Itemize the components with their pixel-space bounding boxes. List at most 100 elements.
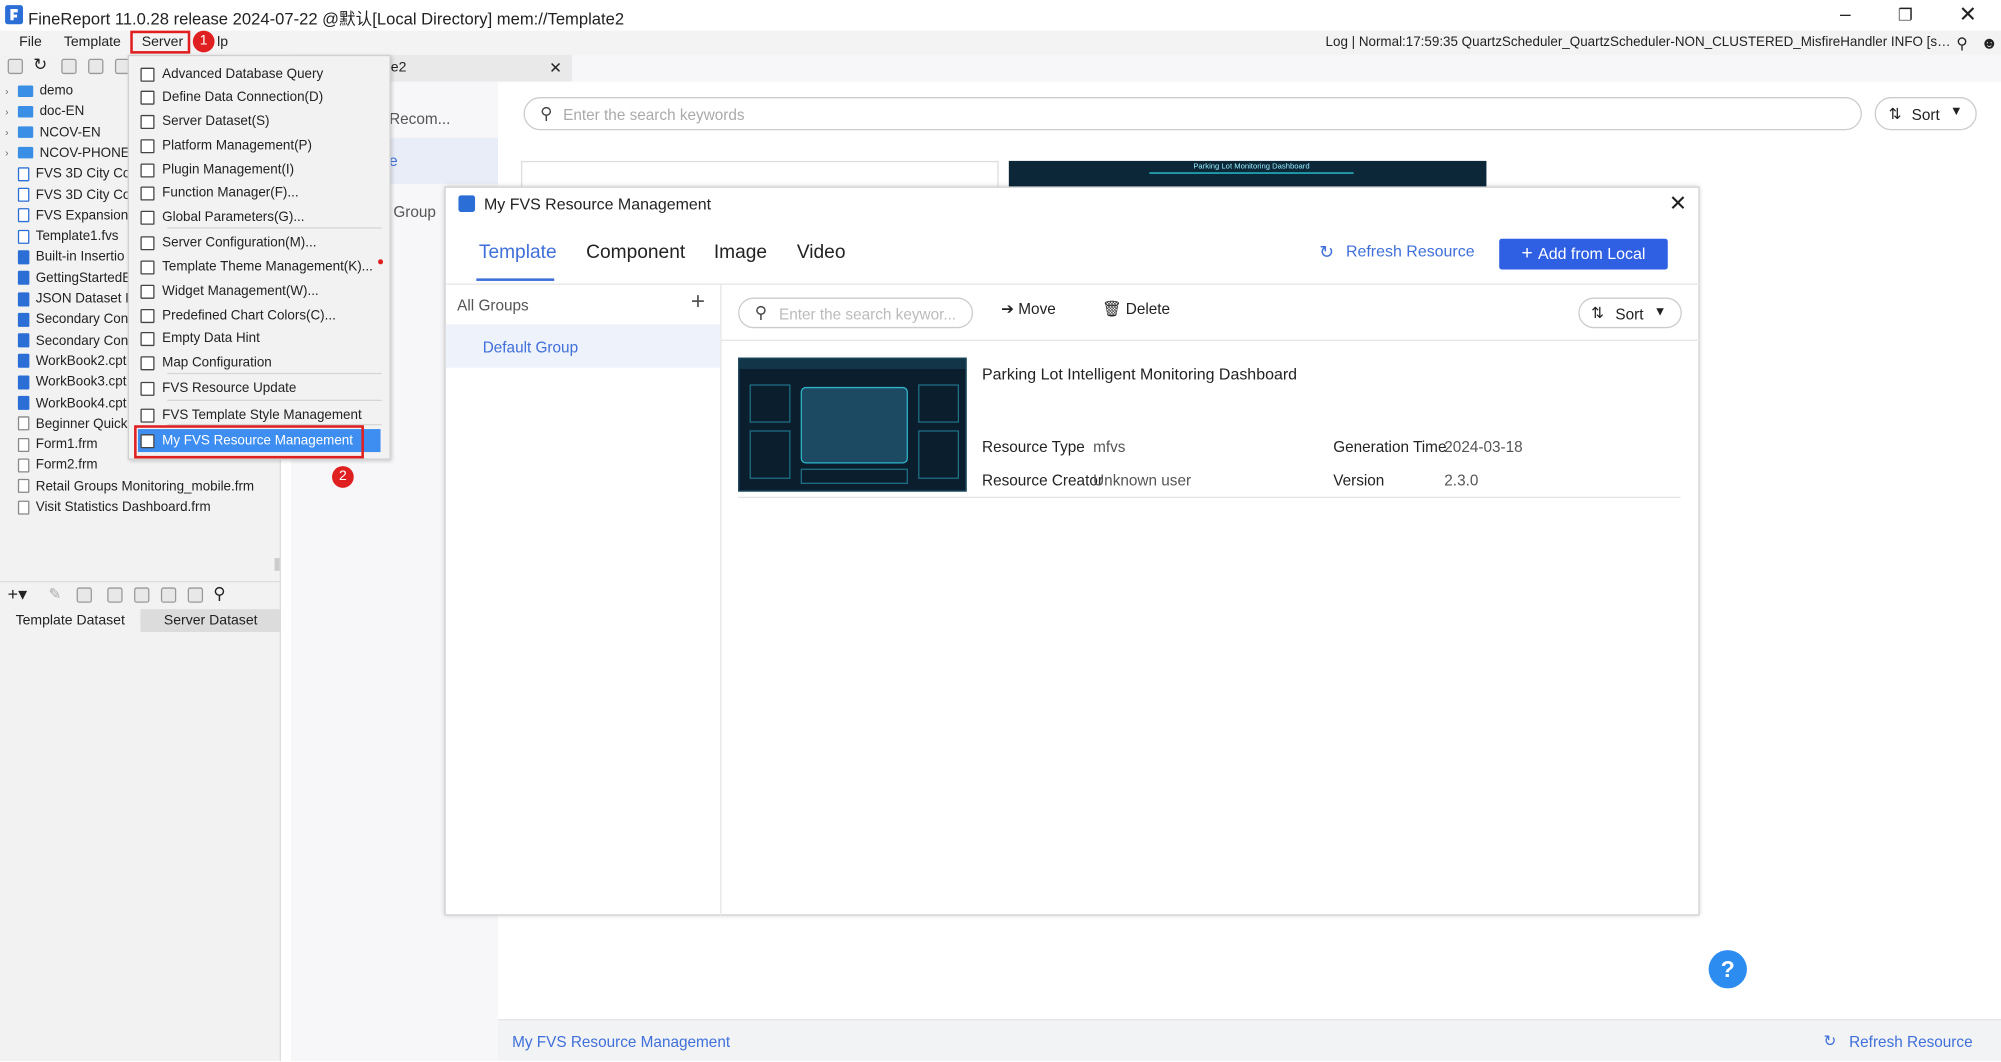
minimize-icon[interactable]: – xyxy=(1826,3,1864,29)
resource-card-thumbnail[interactable]: Parking Lot Monitoring Dashboard xyxy=(1008,160,1487,189)
tree-item[interactable]: Built-in Insertio xyxy=(5,247,124,267)
database-config-icon[interactable] xyxy=(187,587,204,603)
resource-card[interactable] xyxy=(521,160,999,189)
expand-arrow-icon[interactable]: › xyxy=(5,127,18,138)
divider xyxy=(721,339,1700,341)
tree-item[interactable]: FVS 3D City Co xyxy=(5,164,130,184)
tab-image[interactable]: Image xyxy=(714,241,767,263)
tree-item[interactable]: JSON Dataset I xyxy=(5,289,129,309)
close-icon[interactable]: ✕ xyxy=(1949,3,1987,29)
main-search-box[interactable]: ⚲ Enter the search keywords xyxy=(523,97,1862,131)
refresh-resource-link[interactable]: Refresh Resource xyxy=(1346,243,1475,261)
tab-close-icon[interactable]: ✕ xyxy=(549,59,562,77)
main-sort-button[interactable]: ⇅ Sort ▼ xyxy=(1874,97,1977,131)
remove-icon[interactable] xyxy=(76,587,92,603)
refresh-icon[interactable]: ↻ xyxy=(33,55,47,75)
tree-item[interactable]: Template1.fvs xyxy=(5,226,118,246)
dialog-sort-button[interactable]: ⇅ Sort ▼ xyxy=(1578,297,1682,329)
server-menu-item[interactable]: Platform Management(P) xyxy=(129,134,390,157)
user-icon[interactable]: ☻ xyxy=(1981,33,1998,52)
server-menu-item[interactable]: Server Dataset(S) xyxy=(129,110,390,133)
add-group-icon[interactable]: + xyxy=(691,289,705,317)
delete-button[interactable]: 🗑 Delete xyxy=(1102,300,1170,318)
expand-arrow-icon[interactable]: › xyxy=(5,106,18,117)
tree-item-label: FVS Expansion xyxy=(35,207,129,224)
server-menu-item[interactable]: Server Configuration(M)... xyxy=(129,231,390,254)
help-button[interactable]: ? xyxy=(1708,950,1747,989)
search-icon[interactable]: ⚲ xyxy=(1956,34,1967,52)
tree-item[interactable]: WorkBook2.cpt xyxy=(5,351,126,371)
table-icon[interactable] xyxy=(134,587,150,603)
dialog-sort-icon: ⇅ xyxy=(1591,303,1604,322)
tab-server-dataset[interactable]: Server Dataset xyxy=(140,609,281,633)
move-button[interactable]: ➔ Move xyxy=(1001,300,1056,318)
add-dataset-icon[interactable]: +▾ xyxy=(8,584,27,606)
tree-item[interactable]: › NCOV-EN xyxy=(5,122,101,142)
tree-item[interactable]: WorkBook3.cpt xyxy=(5,372,126,392)
bottom-refresh-icon[interactable]: ↻ xyxy=(1824,1032,1837,1050)
edit-icon[interactable]: ✎ xyxy=(49,585,62,603)
tree-item[interactable]: GettingStartedE xyxy=(5,268,131,288)
generation-time-value: 2024-03-18 xyxy=(1444,438,1523,456)
add-from-local-button[interactable]: + Add from Local xyxy=(1499,238,1668,270)
server-menu-item[interactable]: Predefined Chart Colors(C)... xyxy=(129,304,390,327)
tree-item[interactable]: FVS Expansion xyxy=(5,205,128,225)
nav-group[interactable]: Group xyxy=(393,189,436,235)
default-group-item[interactable]: Default Group xyxy=(445,324,721,368)
dataset-search-icon[interactable]: ⚲ xyxy=(213,584,225,604)
menu-server[interactable]: Server xyxy=(142,34,183,49)
tab-video[interactable]: Video xyxy=(797,241,846,263)
resource-item[interactable]: Parking Lot Intelligent Monitoring Dashb… xyxy=(738,357,1681,499)
all-groups-label: All Groups xyxy=(457,296,529,315)
restore-icon[interactable]: ❐ xyxy=(1886,3,1924,29)
server-menu-item[interactable]: Empty Data Hint xyxy=(129,327,390,350)
splitter-handle[interactable] xyxy=(274,558,280,571)
locate-icon[interactable] xyxy=(88,58,104,75)
expand-arrow-icon[interactable]: › xyxy=(5,85,18,96)
server-menu-item-label: Empty Data Hint xyxy=(162,330,260,347)
delete-label: Delete xyxy=(1125,300,1171,318)
server-menu-item[interactable]: Template Theme Management(K)... xyxy=(129,255,390,278)
server-menu-item[interactable]: Advanced Database Query xyxy=(129,63,390,86)
tree-item[interactable]: Form2.frm xyxy=(5,455,98,475)
bottom-title: My FVS Resource Management xyxy=(512,1033,731,1051)
menu-template[interactable]: Template xyxy=(64,34,121,49)
server-menu-item[interactable]: Global Parameters(G)... xyxy=(129,206,390,229)
tree-item[interactable]: › doc-EN xyxy=(5,101,84,121)
server-menu-item[interactable]: Widget Management(W)... xyxy=(129,280,390,303)
resource-thumbnail[interactable] xyxy=(738,357,967,492)
tree-item[interactable]: Secondary Con xyxy=(5,309,128,329)
bottom-refresh-link[interactable]: Refresh Resource xyxy=(1849,1033,1973,1051)
tab-template[interactable]: Template xyxy=(479,241,557,263)
dialog-search-input[interactable]: ⚲ Enter the search keywor... xyxy=(738,297,974,329)
tree-item[interactable]: Secondary Con xyxy=(5,330,128,350)
dataset-tabs: Template Dataset Server Dataset xyxy=(0,609,281,633)
tab-component[interactable]: Component xyxy=(586,241,685,263)
preview-icon[interactable] xyxy=(107,587,123,603)
server-menu-item[interactable]: FVS Resource Update xyxy=(129,377,390,400)
tree-item[interactable]: Beginner Quick xyxy=(5,413,127,433)
expand-arrow-icon[interactable]: › xyxy=(5,147,18,158)
menu-help[interactable]: lp xyxy=(217,34,228,49)
dialog-close-icon[interactable]: ✕ xyxy=(1665,192,1691,218)
tree-item[interactable]: Form1.frm xyxy=(5,434,98,454)
tab-template-dataset[interactable]: Template Dataset xyxy=(0,609,141,633)
tree-item[interactable]: WorkBook4.cpt xyxy=(5,393,126,413)
tree-item[interactable]: › demo xyxy=(5,80,73,100)
server-menu-item[interactable]: Function Manager(F)... xyxy=(129,181,390,204)
editor-tab-label[interactable]: e2 xyxy=(391,60,407,75)
menu-bar: File Template Server 1 lp Log | Normal:1… xyxy=(0,30,2001,55)
refresh-icon[interactable]: ↻ xyxy=(1319,241,1334,263)
tree-item[interactable]: › NCOV-PHONE- xyxy=(5,143,134,163)
tree-item-label: Form1.frm xyxy=(35,436,98,453)
database-icon[interactable] xyxy=(160,587,177,603)
collapse-icon[interactable] xyxy=(61,58,77,75)
server-menu-item[interactable]: Define Data Connection(D) xyxy=(129,86,390,109)
new-folder-icon[interactable] xyxy=(7,58,23,75)
server-menu-item[interactable]: Map Configuration xyxy=(129,351,390,374)
tree-item[interactable]: Retail Groups Monitoring_mobile.frm xyxy=(5,476,254,496)
tree-item[interactable]: Visit Statistics Dashboard.frm xyxy=(5,497,211,517)
menu-file[interactable]: File xyxy=(19,34,42,49)
tree-item[interactable]: FVS 3D City Co xyxy=(5,185,130,205)
server-menu-item[interactable]: Plugin Management(I) xyxy=(129,158,390,181)
